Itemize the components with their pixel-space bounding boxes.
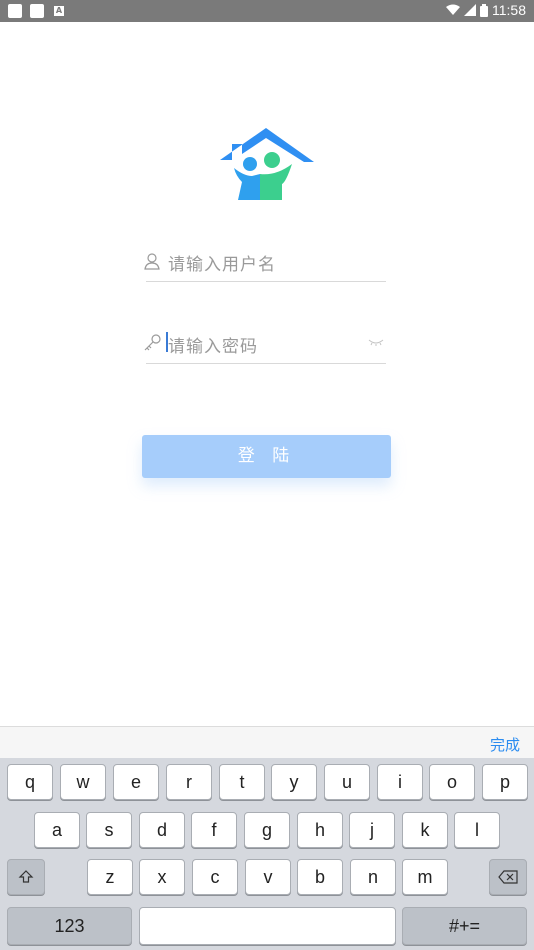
key-c[interactable]: c xyxy=(192,859,238,895)
shift-icon xyxy=(18,870,34,883)
eye-closed-icon[interactable] xyxy=(368,337,384,347)
key-v[interactable]: v xyxy=(245,859,291,895)
key-h[interactable]: h xyxy=(297,812,343,848)
key-p[interactable]: p xyxy=(482,764,528,800)
done-button[interactable]: 完成 xyxy=(490,734,520,755)
key-y[interactable]: y xyxy=(271,764,317,800)
battery-icon xyxy=(480,3,488,17)
numbers-key[interactable]: 123 xyxy=(7,907,132,945)
notification-square-icon xyxy=(30,4,44,18)
symbols-key[interactable]: #+= xyxy=(402,907,527,945)
system-icons: 11:58 xyxy=(446,2,526,18)
space-key[interactable] xyxy=(139,907,396,945)
shift-key[interactable] xyxy=(7,859,45,895)
clock-time: 11:58 xyxy=(492,2,526,18)
key-b[interactable]: b xyxy=(297,859,343,895)
username-placeholder: 请输入用户名 xyxy=(168,255,276,275)
key-d[interactable]: d xyxy=(139,812,185,848)
key-m[interactable]: m xyxy=(402,859,448,895)
key-a[interactable]: a xyxy=(34,812,80,848)
key-r[interactable]: r xyxy=(166,764,212,800)
key-o[interactable]: o xyxy=(429,764,475,800)
key-k[interactable]: k xyxy=(402,812,448,848)
backspace-key[interactable] xyxy=(489,859,527,895)
password-placeholder: 请输入密码 xyxy=(168,337,258,357)
key-w[interactable]: w xyxy=(60,764,106,800)
key-j[interactable]: j xyxy=(349,812,395,848)
keyboard-toolbar: 完成 xyxy=(0,726,534,759)
key-q[interactable]: q xyxy=(7,764,53,800)
home-family-logo-icon xyxy=(220,128,314,200)
notification-square-icon xyxy=(8,4,22,18)
username-field[interactable]: 请输入用户名 xyxy=(144,241,386,282)
app-a-icon: A xyxy=(54,6,64,16)
wifi-icon xyxy=(446,4,460,15)
keyboard: q w e r t y u i o p a s d f g h j k l z … xyxy=(0,758,534,950)
key-n[interactable]: n xyxy=(350,859,396,895)
key-g[interactable]: g xyxy=(244,812,290,848)
backspace-icon xyxy=(498,870,518,884)
key-t[interactable]: t xyxy=(219,764,265,800)
password-field[interactable]: 请输入密码 xyxy=(144,323,386,364)
key-f[interactable]: f xyxy=(191,812,237,848)
status-bar: A 11:58 xyxy=(0,0,534,22)
key-i[interactable]: i xyxy=(377,764,423,800)
key-e[interactable]: e xyxy=(113,764,159,800)
user-icon xyxy=(144,253,160,270)
key-z[interactable]: z xyxy=(87,859,133,895)
login-button[interactable]: 登 陆 xyxy=(142,435,391,478)
key-x[interactable]: x xyxy=(139,859,185,895)
key-s[interactable]: s xyxy=(86,812,132,848)
signal-icon xyxy=(464,4,476,16)
notification-icons: A xyxy=(8,4,64,18)
key-l[interactable]: l xyxy=(454,812,500,848)
key-icon xyxy=(144,334,161,351)
key-u[interactable]: u xyxy=(324,764,370,800)
